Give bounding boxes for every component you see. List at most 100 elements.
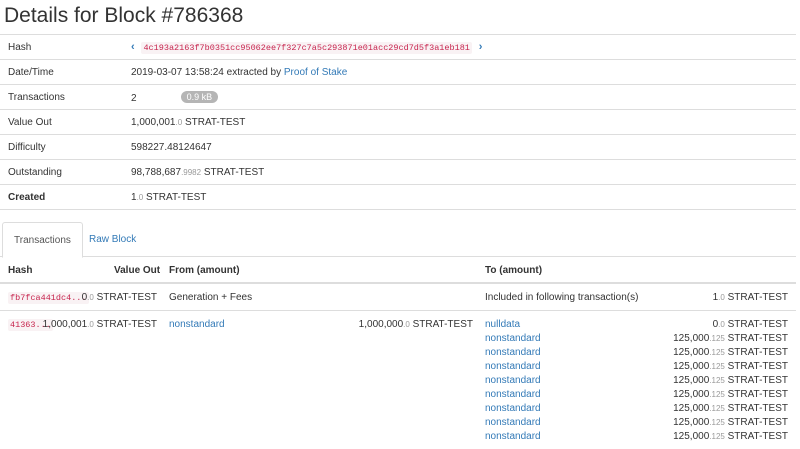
output-int: 125,000 [673,403,710,414]
difficulty-value: 598227.48124647 [131,142,212,153]
output-dec: .125 [709,362,725,371]
output-address-link[interactable]: nonstandard [485,333,541,344]
output-unit: STRAT-TEST [724,431,788,442]
output-amount: 125,000.125 STRAT-TEST [588,431,788,442]
tx1-value-dec: .0 [87,293,94,302]
tab-transactions[interactable]: Transactions [2,222,83,258]
block-hash[interactable]: 4c193a2163f7b0351cc95062ee7f327c7a5c2938… [141,42,472,54]
output-dec: .125 [709,404,725,413]
output-amount: 0.0 STRAT-TEST [588,319,788,330]
outstanding-unit: STRAT-TEST [201,167,265,178]
header-from: From (amount) [169,265,240,276]
created-unit: STRAT-TEST [143,192,207,203]
from-amount: 1,000,000.0 STRAT-TEST [359,319,473,330]
output-address-link[interactable]: nonstandard [485,417,541,428]
chevron-left-icon[interactable]: ‹ [131,41,135,53]
output-dec: .125 [709,348,725,357]
tx2-value-unit: STRAT-TEST [93,319,157,330]
tab-raw-block[interactable]: Raw Block [78,222,147,256]
tab-bar: Transactions Raw Block [0,222,796,258]
output-address-link[interactable]: nonstandard [485,347,541,358]
header-to: To (amount) [485,265,543,276]
output-amount: 125,000.125 STRAT-TEST [588,417,788,428]
transactions-value-cell: 2 0.9 kB [131,91,219,104]
tx1-value-unit: STRAT-TEST [93,292,157,303]
output-int: 125,000 [673,361,710,372]
tx-hash-link[interactable]: fb7fca441dc4... [8,292,89,304]
output-int: 125,000 [673,375,710,386]
tx1-to-unit: STRAT-TEST [724,292,788,303]
tx2-from-int: 1,000,000 [358,319,404,330]
outstanding-row: Outstanding 98,788,687.9982 STRAT-TEST [0,159,796,184]
output-int: 125,000 [673,417,710,428]
output-amount: 125,000.125 STRAT-TEST [588,403,788,414]
output-amount: 125,000.125 STRAT-TEST [588,389,788,400]
proof-of-stake-link[interactable]: Proof of Stake [284,67,347,78]
header-hash: Hash [8,265,33,276]
tx-value-out: 0.0 STRAT-TEST [82,292,157,303]
output-amount: 125,000.125 STRAT-TEST [588,347,788,358]
tx2-from-unit: STRAT-TEST [409,319,473,330]
transactions-label: Transactions [8,92,65,103]
value-out-label: Value Out [8,117,52,128]
value-out-row: Value Out 1,000,001.0 STRAT-TEST [0,109,796,134]
output-unit: STRAT-TEST [724,319,788,330]
transactions-row: Transactions 2 0.9 kB [0,84,796,109]
value-out-unit: STRAT-TEST [182,117,246,128]
output-amount: 125,000.125 STRAT-TEST [588,375,788,386]
hash-label: Hash [8,42,32,53]
tx2-value-int: 1,000,001 [42,319,88,330]
hash-row: Hash ‹ 4c193a2163f7b0351cc95062ee7f327c7… [0,34,796,59]
from-address-link[interactable]: nonstandard [169,319,225,330]
outstanding-value: 98,788,687.9982 STRAT-TEST [131,167,264,178]
output-unit: STRAT-TEST [724,361,788,372]
created-label: Created [8,192,46,203]
datetime-row: Date/Time 2019-03-07 13:58:24 extracted … [0,59,796,84]
output-dec: .125 [709,418,725,427]
datetime-text: 2019-03-07 13:58:24 extracted by [131,67,282,78]
created-row: Created 1.0 STRAT-TEST [0,184,796,210]
output-unit: STRAT-TEST [724,347,788,358]
output-dec: .125 [709,334,725,343]
tx-to-amount: 1.0 STRAT-TEST [588,292,788,303]
output-address-link[interactable]: nonstandard [485,431,541,442]
output-amount: 125,000.125 STRAT-TEST [588,333,788,344]
output-int: 125,000 [673,347,710,358]
difficulty-row: Difficulty 598227.48124647 [0,134,796,159]
difficulty-label: Difficulty [8,142,46,153]
outstanding-label: Outstanding [8,167,62,178]
transactions-table-header: Hash Value Out From (amount) To (amount) [0,257,796,284]
output-unit: STRAT-TEST [724,375,788,386]
page-title: Details for Block #786368 [4,4,244,27]
output-unit: STRAT-TEST [724,333,788,344]
tx-from: Generation + Fees [169,292,253,303]
output-address-link[interactable]: nulldata [485,319,520,330]
output-unit: STRAT-TEST [724,417,788,428]
output-dec: .125 [709,432,725,441]
output-unit: STRAT-TEST [724,389,788,400]
tx2-from-dec: .0 [403,320,410,329]
output-amount: 125,000.125 STRAT-TEST [588,361,788,372]
value-out-int: 1,000,001 [131,117,176,128]
tx-value-out: 1,000,001.0 STRAT-TEST [43,319,157,330]
output-dec: .125 [709,376,725,385]
output-address-link[interactable]: nonstandard [485,403,541,414]
block-details-table: Hash ‹ 4c193a2163f7b0351cc95062ee7f327c7… [0,34,796,210]
outstanding-dec: .9982 [181,168,202,177]
chevron-right-icon[interactable]: › [479,41,483,53]
tx1-to-dec: .0 [718,293,725,302]
table-row: fb7fca441dc4... 0.0 STRAT-TEST Generatio… [0,284,796,311]
size-badge: 0.9 kB [180,91,219,103]
output-address-link[interactable]: nonstandard [485,389,541,400]
output-int: 125,000 [673,431,710,442]
datetime-value: 2019-03-07 13:58:24 extracted by Proof o… [131,67,347,78]
header-value-out: Value Out [114,265,161,276]
output-int: 125,000 [673,389,710,400]
outstanding-int: 98,788,687 [131,167,182,178]
output-dec: .0 [718,320,725,329]
value-out-value: 1,000,001.0 STRAT-TEST [131,117,245,128]
output-unit: STRAT-TEST [724,403,788,414]
output-int: 125,000 [673,333,710,344]
output-address-link[interactable]: nonstandard [485,361,541,372]
output-address-link[interactable]: nonstandard [485,375,541,386]
